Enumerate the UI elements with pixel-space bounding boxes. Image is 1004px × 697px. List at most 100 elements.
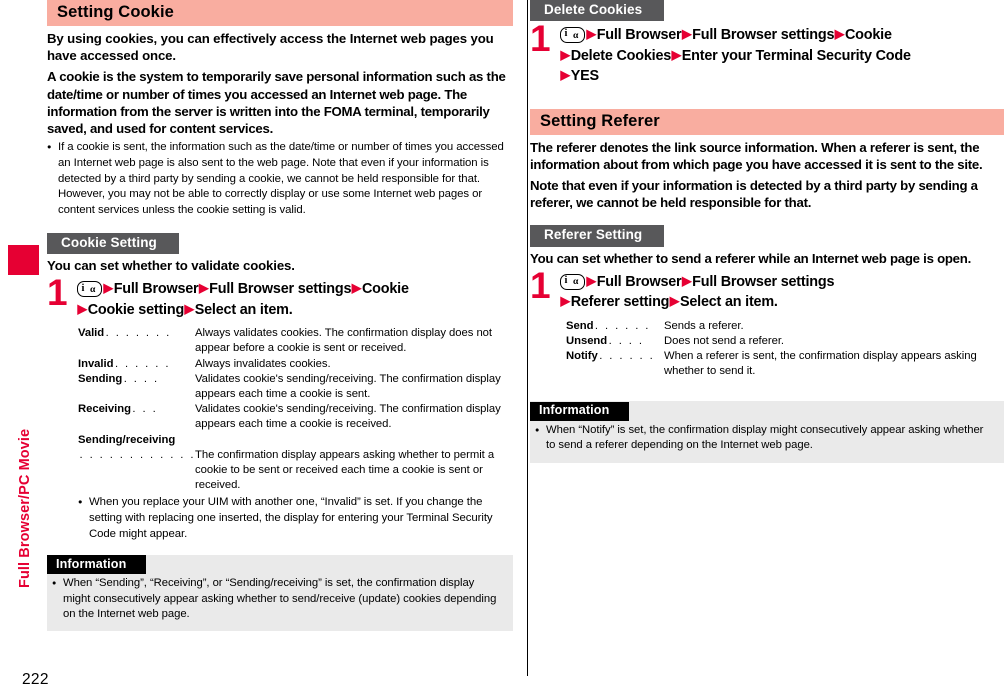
column-divider <box>527 0 528 676</box>
step-menu-referer-setting[interactable]: Referer setting <box>571 294 670 310</box>
step-menu-full-browser[interactable]: Full Browser <box>597 27 682 43</box>
step-referer-setting: 1 i α ▶Full Browser▶Full Browser settings ▶… <box>530 267 1004 313</box>
step-menu-delete-cookies[interactable]: Delete Cookies <box>571 48 672 64</box>
key-icon-alpha-glyph: α <box>573 276 579 288</box>
lead-bullet: If a cookie is sent, the information suc… <box>47 140 513 219</box>
step-number: 1 <box>530 18 551 60</box>
definition-term: Send <box>566 319 594 332</box>
lead-paragraph-1: By using cookies, you can effectively ac… <box>47 30 494 64</box>
side-tab-label: Full Browser/PC Movie <box>17 428 33 588</box>
arrow-icon: ▶ <box>103 281 114 296</box>
key-icon-i-glyph: i <box>564 275 568 287</box>
step-instruction: i α ▶Full Browser▶Full Browser settings ▶Re… <box>560 272 1004 313</box>
arrow-icon: ▶ <box>671 47 682 62</box>
definition-leader: . . . . <box>123 372 159 385</box>
definition-term: Valid <box>78 327 105 340</box>
arrow-icon: ▶ <box>586 27 597 42</box>
step-delete-cookies: 1 i α ▶Full Browser▶Full Browser settings▶… <box>530 20 1004 86</box>
step-number: 1 <box>47 272 68 314</box>
arrow-icon: ▶ <box>560 68 571 83</box>
right-column: Delete Cookies 1 i α ▶Full Browser▶Full Br… <box>530 0 1004 463</box>
arrow-icon: ▶ <box>586 273 597 288</box>
definition-row: Invalid . . . . . . Always invalidates c… <box>78 357 513 372</box>
definition-row-wrapped: . . . . . . . . . . . . The confirmation… <box>78 448 513 494</box>
section-heading-setting-cookie: Setting Cookie <box>47 0 513 26</box>
lead-paragraph-1: The referer denotes the link source info… <box>530 139 983 172</box>
step-menu-full-browser-settings[interactable]: Full Browser settings <box>692 27 834 43</box>
definition-term: Invalid <box>78 357 114 370</box>
left-column: Setting Cookie By using cookies, you can… <box>47 0 513 632</box>
information-box-header: Information <box>530 401 630 422</box>
side-tab: Full Browser/PC Movie <box>8 245 39 625</box>
subsection-lead: You can set whether to send a referer wh… <box>530 250 971 266</box>
information-box: Information When “Notify” is set, the co… <box>530 401 1004 463</box>
subsection-lead: You can set whether to validate cookies. <box>47 258 295 274</box>
arrow-icon: ▶ <box>560 47 571 62</box>
key-icon-alpha-glyph: α <box>90 283 96 295</box>
definition-leader: . . . . . . <box>114 357 171 370</box>
definition-row: Send . . . . . . Sends a referer. <box>566 319 1004 334</box>
key-icon-i-glyph: i <box>564 28 568 40</box>
step-menu-full-browser-settings[interactable]: Full Browser settings <box>692 274 834 290</box>
subsection-heading-referer-setting: Referer Setting <box>530 225 665 247</box>
key-icon-i-glyph: i <box>81 282 85 294</box>
step-menu-full-browser-settings[interactable]: Full Browser settings <box>209 281 351 297</box>
arrow-icon: ▶ <box>834 27 845 42</box>
i-mode-alpha-key-icon[interactable]: iα <box>560 27 585 44</box>
definition-row: Valid . . . . . . . Always validates coo… <box>78 326 513 356</box>
information-box-body: When “Notify” is set, the confirmation d… <box>530 421 1004 454</box>
step-instruction: i α ▶Full Browser▶Full Browser settings▶Co… <box>560 25 1004 86</box>
arrow-icon: ▶ <box>669 294 680 309</box>
definition-description: Sends a referer. <box>664 319 744 332</box>
definition-leader: . . . <box>132 403 158 416</box>
referer-setting-options-list: Send . . . . . . Sends a referer. Unsend… <box>530 319 1004 380</box>
definition-description: Always invalidates cookies. <box>195 357 331 370</box>
step-cookie-setting: 1 i α ▶Full Browser▶Full Browser settings▶… <box>47 274 513 320</box>
step-menu-enter-security-code[interactable]: Enter your Terminal Security Code <box>682 48 911 64</box>
arrow-icon: ▶ <box>77 301 88 316</box>
i-mode-alpha-key-icon[interactable]: iα <box>77 281 102 298</box>
definition-description: Does not send a referer. <box>664 334 784 347</box>
step-menu-full-browser[interactable]: Full Browser <box>597 274 682 290</box>
definition-leader: . . . . <box>608 334 644 347</box>
definition-description: The confirmation display appears asking … <box>195 448 495 492</box>
step-number: 1 <box>530 264 551 306</box>
arrow-icon: ▶ <box>681 273 692 288</box>
step-instruction: i α ▶Full Browser▶Full Browser settings▶Co… <box>77 279 513 320</box>
subsection-heading-cookie-setting: Cookie Setting <box>47 232 179 255</box>
lead-paragraph-2: A cookie is the system to temporarily sa… <box>47 69 506 137</box>
definition-leader: . . . . . . . . . . . . <box>79 448 194 461</box>
arrow-icon: ▶ <box>184 301 195 316</box>
step-menu-cookie[interactable]: Cookie <box>362 281 409 297</box>
cookie-setting-options-list: Valid . . . . . . . Always validates coo… <box>47 326 513 493</box>
step-menu-full-browser[interactable]: Full Browser <box>114 281 199 297</box>
definition-leader: . . . . . . . <box>105 327 172 340</box>
lead-paragraph-2: Note that even if your information is de… <box>530 177 978 211</box>
step-menu-yes[interactable]: YES <box>571 68 599 84</box>
definition-leader: . . . . . . <box>599 350 655 363</box>
step-menu-cookie[interactable]: Cookie <box>845 27 892 43</box>
information-box-body: When “Sending”, “Receiving”, or “Sending… <box>47 574 513 622</box>
definition-term: Sending <box>78 372 123 385</box>
key-icon-alpha-glyph: α <box>573 29 579 41</box>
definition-term-wrapped: Sending/receiving <box>78 433 176 446</box>
definition-description: When a referer is sent, the confirmation… <box>664 350 977 378</box>
definition-leader: . . . . . . <box>594 319 651 332</box>
step-menu-cookie-setting[interactable]: Cookie setting <box>88 302 185 318</box>
definition-description: Validates cookie's sending/receiving. Th… <box>195 403 501 431</box>
definition-row: Sending . . . . Validates cookie's sendi… <box>78 372 513 402</box>
definition-term: Notify <box>566 350 598 363</box>
i-mode-alpha-key-icon[interactable]: iα <box>560 273 585 290</box>
step-menu-select-item[interactable]: Select an item. <box>195 302 293 318</box>
definition-row: Receiving . . . Validates cookie's sendi… <box>78 402 513 432</box>
information-box-header: Information <box>47 555 147 575</box>
arrow-icon: ▶ <box>681 27 692 42</box>
definition-term: Unsend <box>566 334 608 347</box>
note-bullet: When you replace your UIM with another o… <box>78 495 513 542</box>
step-menu-select-item[interactable]: Select an item. <box>680 294 778 310</box>
page-number: 222 <box>22 671 49 688</box>
definition-term: Receiving <box>78 403 131 416</box>
section-heading-setting-referer: Setting Referer <box>530 108 1004 135</box>
definition-row: Unsend . . . . Does not send a referer. <box>566 334 1004 349</box>
arrow-icon: ▶ <box>351 281 362 296</box>
